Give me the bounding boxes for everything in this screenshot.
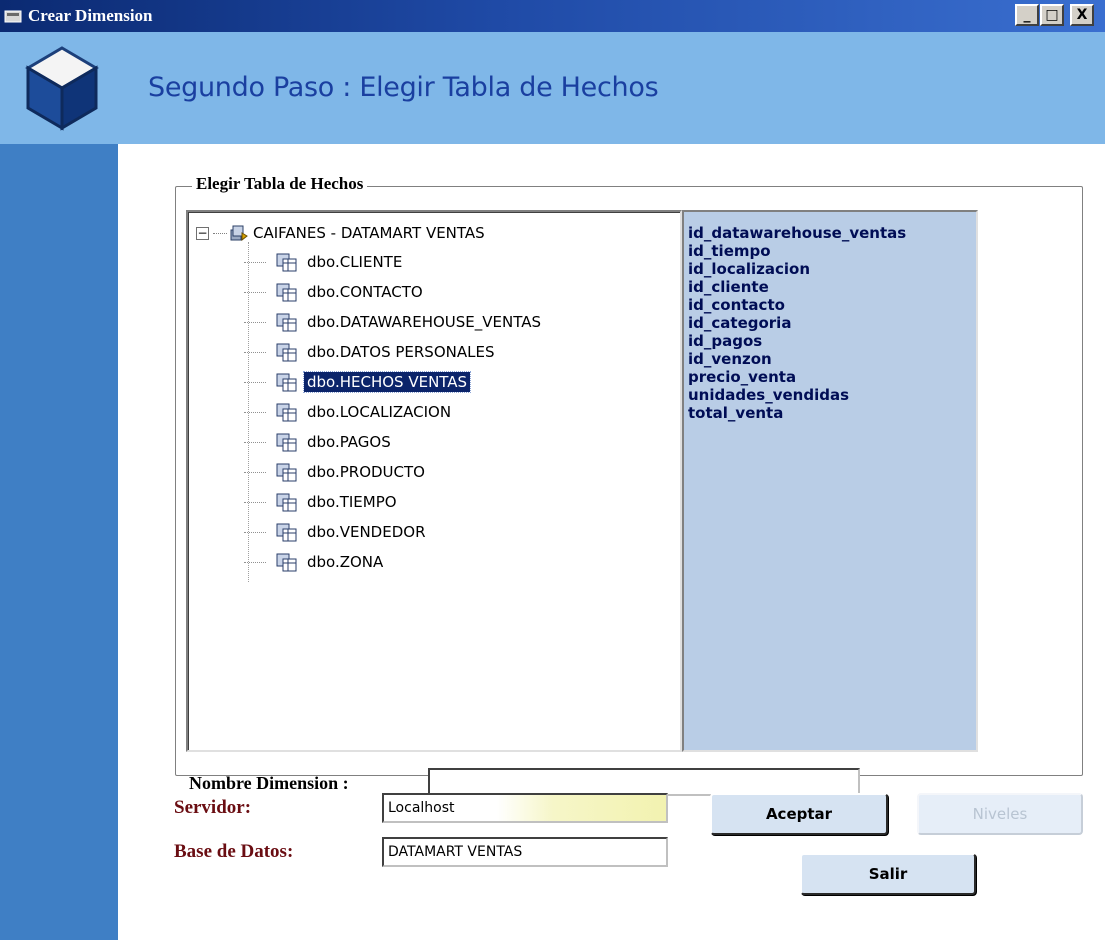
- tree-root-label: CAIFANES - DATAMART VENTAS: [253, 224, 485, 242]
- tree-item-label: dbo.LOCALIZACION: [307, 403, 452, 421]
- table-icon: [276, 373, 297, 392]
- tree-item-label: dbo.TIEMPO: [307, 493, 397, 511]
- salir-button[interactable]: Salir: [800, 853, 976, 895]
- tree-root[interactable]: − CAIFANES - DATAMART VENTAS: [196, 222, 485, 244]
- base-de-datos-label: Base de Datos:: [174, 841, 294, 862]
- tree-item-table[interactable]: dbo.CONTACTO: [244, 280, 426, 304]
- side-band: [0, 144, 118, 940]
- tree-connector: [244, 382, 266, 383]
- table-icon: [276, 553, 297, 572]
- tree-item-label: dbo.DATOS PERSONALES: [307, 343, 495, 361]
- minimize-button[interactable]: _: [1015, 4, 1039, 26]
- tree-item-table[interactable]: dbo.DATAWAREHOUSE_VENTAS: [244, 310, 544, 334]
- tree-item-label: dbo.PAGOS: [307, 433, 391, 451]
- maximize-icon: □: [1045, 7, 1059, 23]
- table-icon: [276, 343, 297, 362]
- window-app-icon: [4, 10, 22, 23]
- tree-item-table[interactable]: dbo.LOCALIZACION: [244, 400, 454, 424]
- tree-connector: [244, 562, 266, 563]
- table-icon: [276, 523, 297, 542]
- tree-connector: [244, 292, 266, 293]
- nombre-dimension-input[interactable]: [428, 768, 860, 796]
- column-item[interactable]: id_tiempo: [688, 242, 976, 260]
- page-title: Segundo Paso : Elegir Tabla de Hechos: [148, 72, 659, 103]
- column-item[interactable]: id_datawarehouse_ventas: [688, 224, 976, 242]
- table-icon: [276, 253, 297, 272]
- table-icon: [276, 283, 297, 302]
- tree-connector: [244, 412, 266, 413]
- minimize-icon: _: [1023, 7, 1031, 23]
- table-icon: [276, 493, 297, 512]
- close-button[interactable]: X: [1070, 4, 1094, 26]
- title-bar[interactable]: Crear Dimension _ □ X: [0, 0, 1105, 32]
- table-icon: [276, 403, 297, 422]
- tree-item-label: dbo.CONTACTO: [307, 283, 423, 301]
- tree-connector: [244, 442, 266, 443]
- cube-logo-icon: [25, 46, 99, 131]
- tree-connector: [244, 352, 266, 353]
- aceptar-button[interactable]: Aceptar: [710, 793, 888, 835]
- tree-item-table[interactable]: dbo.TIEMPO: [244, 490, 400, 514]
- tree-item-label: dbo.DATAWAREHOUSE_VENTAS: [307, 313, 542, 331]
- maximize-button[interactable]: □: [1040, 4, 1064, 26]
- table-icon: [276, 433, 297, 452]
- database-icon: [230, 225, 248, 242]
- close-icon: X: [1076, 7, 1088, 23]
- groupbox-legend: Elegir Tabla de Hechos: [192, 174, 368, 194]
- servidor-input[interactable]: [382, 793, 668, 823]
- tree-connector: [244, 502, 266, 503]
- tree-item-label: dbo.HECHOS VENTAS: [302, 371, 472, 393]
- column-item[interactable]: id_localizacion: [688, 260, 976, 278]
- nombre-dimension-label: Nombre Dimension :: [189, 773, 349, 793]
- servidor-label: Servidor:: [174, 797, 252, 818]
- columns-listbox[interactable]: id_datawarehouse_ventas id_tiempo id_local…: [682, 210, 978, 752]
- tree-item-label: dbo.PRODUCTO: [307, 463, 425, 481]
- window-title: Crear Dimension: [28, 6, 153, 25]
- tree-item-table[interactable]: dbo.PAGOS: [244, 430, 394, 454]
- tree-connector: [244, 322, 266, 323]
- tree-item-table[interactable]: dbo.DATOS PERSONALES: [244, 340, 497, 364]
- table-icon: [276, 313, 297, 332]
- column-item[interactable]: id_categoria: [688, 314, 976, 332]
- table-icon: [276, 463, 297, 482]
- tree-connector: [244, 532, 266, 533]
- tree-connector: [244, 472, 266, 473]
- niveles-button[interactable]: Niveles: [917, 793, 1083, 835]
- column-item[interactable]: unidades_vendidas: [688, 386, 976, 404]
- column-item[interactable]: id_contacto: [688, 296, 976, 314]
- column-item[interactable]: precio_venta: [688, 368, 976, 386]
- tree-item-label: dbo.ZONA: [307, 553, 384, 571]
- tree-item-table[interactable]: dbo.HECHOS VENTAS: [244, 370, 472, 394]
- tree-item-table[interactable]: dbo.VENDEDOR: [244, 520, 429, 544]
- column-item[interactable]: total_venta: [688, 404, 976, 422]
- tree-item-label: dbo.VENDEDOR: [307, 523, 426, 541]
- tree-item-table[interactable]: dbo.PRODUCTO: [244, 460, 428, 484]
- column-item[interactable]: id_cliente: [688, 278, 976, 296]
- tree-connector: [244, 262, 266, 263]
- tree-item-table[interactable]: dbo.CLIENTE: [244, 250, 405, 274]
- column-item[interactable]: id_pagos: [688, 332, 976, 350]
- collapse-icon[interactable]: −: [196, 226, 209, 240]
- tree-item-label: dbo.CLIENTE: [307, 253, 403, 271]
- tree-item-table[interactable]: dbo.ZONA: [244, 550, 386, 574]
- base-de-datos-input[interactable]: [382, 837, 668, 867]
- tables-treeview[interactable]: − CAIFANES - DATAMART VENTAS dbo.CLIENTE…: [186, 210, 682, 752]
- tree-connector: [213, 232, 227, 234]
- column-item[interactable]: id_venzon: [688, 350, 976, 368]
